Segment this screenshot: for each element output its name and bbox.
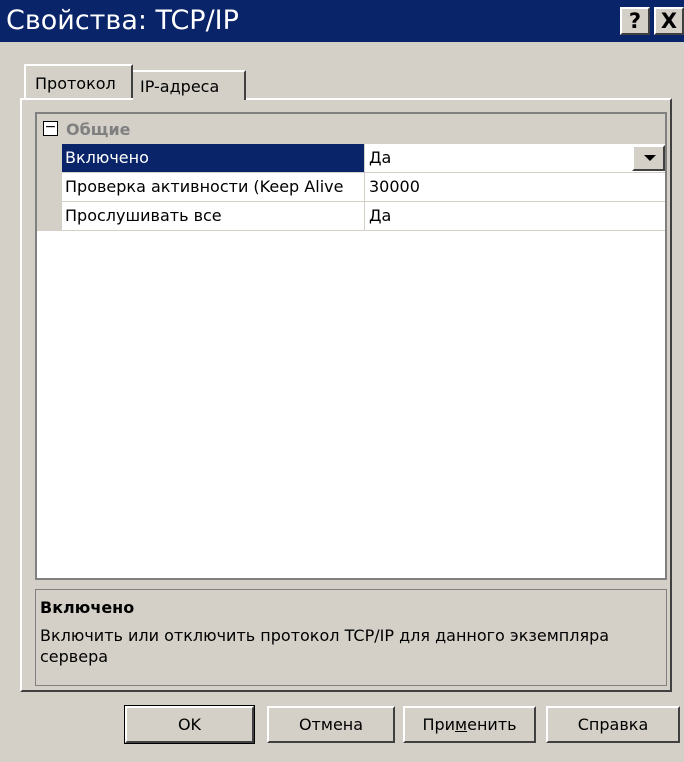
property-name: Прослушивать все (62, 202, 365, 230)
property-name: Включено (62, 144, 365, 172)
property-value[interactable]: 30000 (366, 173, 665, 201)
apply-label-mnemonic: м (455, 715, 468, 734)
description-text: Включить или отключить протокол TCP/IP д… (40, 626, 610, 666)
description-panel: Включено Включить или отключить протокол… (35, 589, 667, 686)
chevron-down-icon (644, 155, 656, 161)
description-title: Включено (40, 598, 135, 617)
tab-protocol[interactable]: Протокол (24, 64, 133, 98)
property-grid[interactable]: − Общие Включено Да Проверка активности … (35, 112, 667, 580)
property-row-enabled[interactable]: Включено Да (62, 144, 665, 173)
help-dialog-button[interactable]: Справка (546, 706, 680, 743)
window-title: Свойства: TCP/IP (6, 5, 239, 36)
property-row-listen-all[interactable]: Прослушивать все Да (62, 202, 665, 231)
help-button[interactable]: ? (620, 7, 650, 35)
collapse-icon[interactable]: − (43, 120, 58, 136)
apply-button[interactable]: Применить (403, 706, 536, 743)
category-row-general[interactable]: − Общие (37, 114, 665, 144)
ok-button[interactable]: OK (124, 705, 255, 744)
apply-label-post: енить (467, 715, 517, 734)
dropdown-button[interactable] (632, 145, 665, 171)
grid-gutter (37, 144, 62, 231)
property-value-text: Да (369, 148, 392, 167)
title-bar[interactable]: Свойства: TCP/IP ? X (0, 0, 684, 42)
property-row-keep-alive[interactable]: Проверка активности (Keep Alive 30000 (62, 173, 665, 202)
category-label: Общие (66, 120, 131, 139)
properties-dialog: Свойства: TCP/IP ? X Протокол IP-адреса … (0, 0, 684, 762)
apply-label-pre: При (422, 715, 456, 734)
close-button[interactable]: X (654, 7, 684, 35)
cancel-button[interactable]: Отмена (267, 706, 395, 743)
property-value[interactable]: Да (366, 144, 665, 172)
property-name: Проверка активности (Keep Alive (62, 173, 365, 201)
tab-ip-addresses[interactable]: IP-адреса (133, 70, 246, 100)
property-value[interactable]: Да (366, 202, 665, 230)
